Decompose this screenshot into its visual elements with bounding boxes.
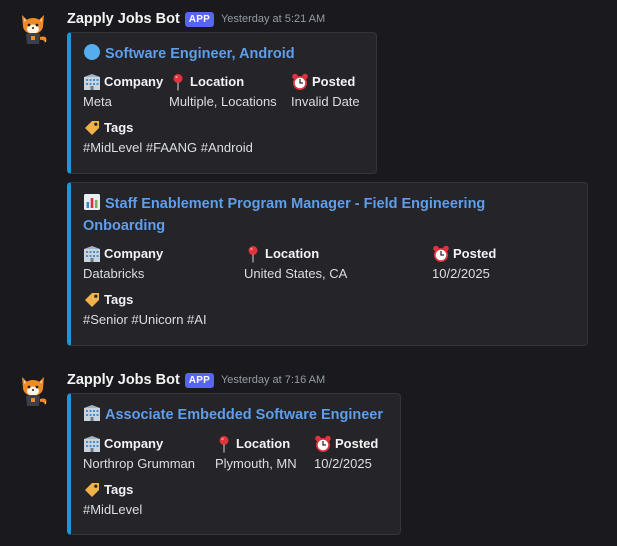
username[interactable]: Zapply Jobs Bot — [67, 372, 180, 388]
field-value: #MidLevel — [83, 502, 143, 517]
field-value: #Senior #Unicorn #AI — [83, 312, 207, 327]
field-value: #MidLevel #FAANG #Android — [83, 140, 253, 155]
field-company: Company Databricks — [83, 244, 244, 284]
embed-title-text: Staff Enablement Program Manager - Field… — [105, 196, 486, 212]
field-name: Location — [190, 74, 245, 89]
field-value: Multiple, Locations — [169, 94, 277, 109]
embed-title-text: Software Engineer, Android — [105, 46, 295, 62]
field-value: Databricks — [83, 266, 145, 281]
field-value: 10/2/2025 — [432, 266, 490, 281]
embed-fields: Company Northrop Grumman Location Plymou… — [83, 434, 390, 474]
field-location: Location Plymouth, MN — [215, 434, 314, 474]
embed-title-link[interactable]: Associate Embedded Software Engineer — [83, 404, 383, 426]
alarm-clock-icon — [432, 245, 450, 263]
embed-fields: Company Databricks Location United State… — [83, 244, 577, 284]
embed-title-link[interactable]: Staff Enablement Program Manager - Field… — [83, 193, 485, 237]
field-value: Plymouth, MN — [215, 456, 297, 471]
field-name: Location — [236, 436, 291, 451]
field-value: Invalid Date — [291, 94, 360, 109]
timestamp[interactable]: Yesterday at 5:21 AM — [221, 13, 325, 25]
field-tags: Tags #Senior #Unicorn #AI — [83, 290, 207, 330]
field-value: Northrop Grumman — [83, 456, 195, 471]
round-pushpin-icon — [244, 245, 262, 263]
timestamp[interactable]: Yesterday at 7:16 AM — [221, 374, 325, 386]
job-embed: Associate Embedded Software Engineer Com… — [67, 393, 401, 535]
username[interactable]: Zapply Jobs Bot — [67, 11, 180, 27]
field-name: Posted — [335, 436, 379, 451]
field-name: Location — [265, 246, 320, 261]
embed-title-link[interactable]: Software Engineer, Android — [83, 43, 295, 65]
field-name: Company — [104, 74, 164, 89]
field-value: 10/2/2025 — [314, 456, 372, 471]
field-posted: Posted 10/2/2025 — [432, 244, 572, 284]
message-header: Zapply Jobs Bot APP Yesterday at 5:21 AM — [67, 8, 325, 30]
app-badge: APP — [184, 372, 214, 388]
job-embed: Staff Enablement Program Manager - Field… — [67, 182, 588, 346]
field-company: Company Meta — [83, 72, 169, 112]
field-name: Tags — [104, 482, 134, 497]
office-building-icon — [83, 404, 101, 422]
field-name: Tags — [104, 120, 134, 135]
office-building-icon — [83, 73, 101, 91]
field-value: United States, CA — [244, 266, 348, 281]
field-location: Location Multiple, Locations — [169, 72, 291, 112]
embed-title-text: Onboarding — [83, 218, 166, 234]
field-tags: Tags #MidLevel — [83, 480, 142, 520]
field-value: Meta — [83, 94, 112, 109]
embed-fields: Company Meta Location Multiple, Location… — [83, 72, 366, 112]
app-badge: APP — [184, 11, 214, 27]
field-posted: Posted Invalid Date — [291, 72, 379, 112]
bar-chart-icon — [83, 193, 101, 211]
round-pushpin-icon — [215, 435, 233, 453]
label-tag-icon — [83, 291, 101, 309]
field-name: Tags — [104, 292, 134, 307]
embed-title-text: Associate Embedded Software Engineer — [105, 407, 383, 423]
alarm-clock-icon — [291, 73, 309, 91]
round-pushpin-icon — [169, 73, 187, 91]
fox-avatar-icon[interactable] — [15, 373, 51, 409]
field-tags: Tags #MidLevel #FAANG #Android — [83, 118, 253, 158]
field-name: Posted — [312, 74, 356, 89]
office-building-icon — [83, 435, 101, 453]
field-location: Location United States, CA — [244, 244, 432, 284]
field-name: Posted — [453, 246, 497, 261]
fox-avatar-icon[interactable] — [15, 11, 51, 47]
field-name: Company — [104, 246, 164, 261]
blue-circle-icon — [83, 43, 101, 61]
label-tag-icon — [83, 481, 101, 499]
field-posted: Posted 10/2/2025 — [314, 434, 394, 474]
job-embed: Software Engineer, Android Company Meta … — [67, 32, 377, 174]
field-name: Company — [104, 436, 164, 451]
office-building-icon — [83, 245, 101, 263]
message-header: Zapply Jobs Bot APP Yesterday at 7:16 AM — [67, 369, 325, 391]
alarm-clock-icon — [314, 435, 332, 453]
label-tag-icon — [83, 119, 101, 137]
field-company: Company Northrop Grumman — [83, 434, 215, 474]
